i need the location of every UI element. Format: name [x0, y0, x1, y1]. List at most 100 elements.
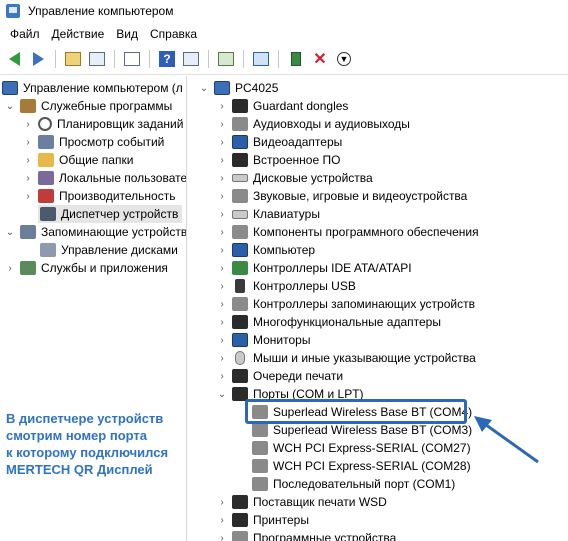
expander-collapsed-icon[interactable]: ›	[216, 299, 228, 310]
device-category[interactable]: › Клавиатуры	[216, 205, 320, 223]
scan-hardware-button[interactable]	[216, 49, 236, 69]
annotation-line: смотрим номер порта	[6, 428, 148, 443]
up-folder-icon	[65, 52, 81, 66]
disk-drive-icon	[232, 174, 248, 182]
annotation-text: В диспетчере устройств смотрим номер пор…	[6, 410, 190, 478]
tree-item-event-viewer[interactable]: › Просмотр событий	[22, 133, 164, 151]
expander-collapsed-icon[interactable]: ›	[216, 281, 228, 292]
expander-collapsed-icon[interactable]: ›	[216, 245, 228, 256]
tree-item-local-users[interactable]: › Локальные пользовате	[22, 169, 186, 187]
update-driver-icon	[291, 52, 301, 66]
expander-collapsed-icon[interactable]: ›	[216, 335, 228, 346]
device-category-label: Видеоадаптеры	[253, 135, 343, 149]
expander-collapsed-icon[interactable]: ›	[216, 497, 228, 508]
tree-item-shared-folders[interactable]: › Общие папки	[22, 151, 133, 169]
device-category[interactable]: › Программные устройства	[216, 529, 396, 541]
properties-button[interactable]	[122, 49, 142, 69]
device-category[interactable]: › Мыши и иные указывающие устройства	[216, 349, 476, 367]
toolbar-separator	[243, 50, 244, 68]
port-device-com1[interactable]: Последовательный порт (COM1)	[252, 475, 455, 493]
device-category[interactable]: › Принтеры	[216, 511, 309, 529]
tree-item-label: Производительность	[59, 189, 176, 203]
menu-action[interactable]: Действие	[48, 27, 113, 41]
expander-collapsed-icon[interactable]: ›	[216, 533, 228, 541]
local-users-icon	[38, 171, 54, 185]
action-pane-icon	[183, 52, 199, 66]
menu-view[interactable]: Вид	[112, 27, 146, 41]
device-category[interactable]: › Многофункциональные адаптеры	[216, 313, 441, 331]
device-category[interactable]: › Guardant dongles	[216, 97, 348, 115]
monitor-button[interactable]	[251, 49, 271, 69]
device-category[interactable]: › Контроллеры IDE ATA/ATAPI	[216, 259, 412, 277]
update-driver-button[interactable]	[286, 49, 306, 69]
device-category[interactable]: › Компьютер	[216, 241, 315, 259]
expander-collapsed-icon[interactable]: ›	[216, 209, 228, 220]
tree-item-storage[interactable]: ⌄ Запоминающие устройства	[4, 223, 187, 241]
device-root[interactable]: ⌄ PC4025	[198, 79, 278, 97]
device-category[interactable]: › Поставщик печати WSD	[216, 493, 387, 511]
tree-item-computer-management[interactable]: Управление компьютером (л	[2, 79, 186, 97]
show-hide-tree-button[interactable]	[87, 49, 107, 69]
action-pane-button[interactable]	[181, 49, 201, 69]
expander-collapsed-icon[interactable]: ›	[216, 101, 228, 112]
display-adapter-icon	[232, 135, 248, 149]
expander-collapsed-icon[interactable]: ›	[216, 137, 228, 148]
computer-management-icon	[2, 81, 18, 95]
port-device-com27[interactable]: WCH PCI Express-SERIAL (COM27)	[252, 439, 471, 457]
expander-collapsed-icon[interactable]: ›	[22, 173, 34, 184]
uninstall-device-button[interactable]: ✕	[310, 49, 330, 69]
expander-collapsed-icon[interactable]: ›	[216, 227, 228, 238]
device-category-label: Мыши и иные указывающие устройства	[253, 351, 476, 365]
shared-folders-icon	[38, 153, 54, 167]
device-category[interactable]: › Контроллеры запоминающих устройств	[216, 295, 475, 313]
device-category[interactable]: › Звуковые, игровые и видеоустройства	[216, 187, 467, 205]
device-category[interactable]: › Встроенное ПО	[216, 151, 340, 169]
expander-collapsed-icon[interactable]: ›	[22, 119, 34, 130]
help-button[interactable]: ?	[157, 49, 177, 69]
expander-collapsed-icon[interactable]: ›	[22, 191, 34, 202]
print-provider-icon	[232, 495, 248, 509]
expander-expanded-icon[interactable]: ⌄	[198, 83, 210, 94]
disable-device-button[interactable]: ▼	[334, 49, 354, 69]
expander-collapsed-icon[interactable]: ›	[216, 155, 228, 166]
port-connector-icon	[252, 477, 268, 491]
expander-collapsed-icon[interactable]: ›	[4, 263, 16, 274]
device-category[interactable]: › Аудиовходы и аудиовыходы	[216, 115, 410, 133]
expander-expanded-icon[interactable]: ⌄	[4, 227, 16, 238]
toolbar-separator	[278, 50, 279, 68]
device-category[interactable]: › Контроллеры USB	[216, 277, 356, 295]
expander-collapsed-icon[interactable]: ›	[216, 173, 228, 184]
tools-icon	[20, 99, 36, 113]
expander-collapsed-icon[interactable]: ›	[216, 317, 228, 328]
expander-collapsed-icon[interactable]: ›	[216, 371, 228, 382]
device-category-label: Поставщик печати WSD	[253, 495, 387, 509]
tree-item-services-apps[interactable]: › Службы и приложения	[4, 259, 168, 277]
port-device-com28[interactable]: WCH PCI Express-SERIAL (COM28)	[252, 457, 471, 475]
expander-expanded-icon[interactable]: ⌄	[216, 389, 228, 400]
tree-item-device-manager[interactable]: Диспетчер устройств	[38, 205, 183, 223]
tree-item-performance[interactable]: › Производительность	[22, 187, 175, 205]
tree-item-system-tools[interactable]: ⌄ Служебные программы	[4, 97, 172, 115]
back-button[interactable]	[4, 49, 24, 69]
tree-item-task-scheduler[interactable]: › Планировщик заданий	[22, 115, 183, 133]
device-category[interactable]: › Компоненты программного обеспечения	[216, 223, 479, 241]
expander-expanded-icon[interactable]: ⌄	[4, 101, 16, 112]
forward-button[interactable]	[28, 49, 48, 69]
tree-item-disk-management[interactable]: Управление дисками	[38, 241, 178, 259]
device-category[interactable]: › Мониторы	[216, 331, 310, 349]
device-category[interactable]: › Видеоадаптеры	[216, 133, 342, 151]
device-category[interactable]: › Дисковые устройства	[216, 169, 372, 187]
expander-collapsed-icon[interactable]: ›	[216, 119, 228, 130]
expander-collapsed-icon[interactable]: ›	[22, 137, 34, 148]
device-root-label: PC4025	[235, 81, 279, 95]
expander-collapsed-icon[interactable]: ›	[22, 155, 34, 166]
device-category[interactable]: › Очереди печати	[216, 367, 343, 385]
tree-item-label: Запоминающие устройства	[41, 225, 187, 239]
up-folder-button[interactable]	[63, 49, 83, 69]
menu-help[interactable]: Справка	[146, 27, 205, 41]
menu-file[interactable]: Файл	[6, 27, 48, 41]
expander-collapsed-icon[interactable]: ›	[216, 263, 228, 274]
expander-collapsed-icon[interactable]: ›	[216, 353, 228, 364]
expander-collapsed-icon[interactable]: ›	[216, 515, 228, 526]
expander-collapsed-icon[interactable]: ›	[216, 191, 228, 202]
